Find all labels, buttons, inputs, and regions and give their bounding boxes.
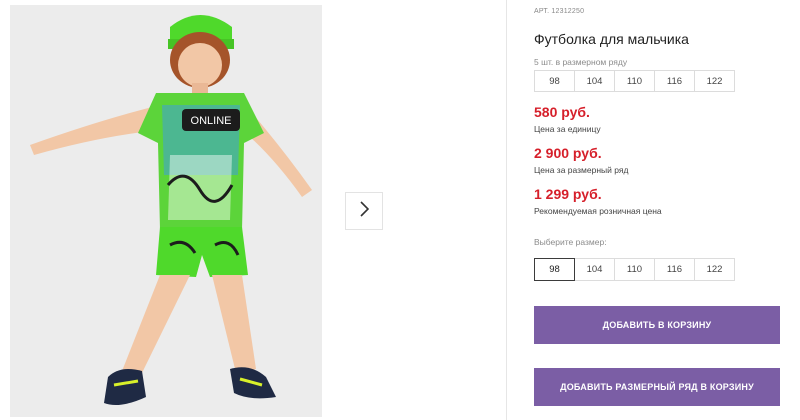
add-to-cart-button[interactable]: ДОБАВИТЬ В КОРЗИНУ — [534, 306, 780, 344]
product-photo: ONLINE — [10, 5, 322, 417]
pack-size-list: 98 104 110 116 122 — [534, 70, 735, 92]
size-option-104[interactable]: 104 — [574, 258, 615, 281]
size-option-122[interactable]: 122 — [694, 258, 735, 281]
product-info: АРТ. 12312250 Футболка для мальчика 5 шт… — [534, 0, 784, 420]
product-gallery: ONLINE — [0, 0, 507, 420]
pack-size-label: 5 шт. в размерном ряду — [534, 57, 628, 67]
add-size-set-to-cart-button[interactable]: ДОБАВИТЬ РАЗМЕРНЫЙ РЯД В КОРЗИНУ — [534, 368, 780, 406]
size-option-110[interactable]: 110 — [614, 258, 655, 281]
chevron-right-icon — [359, 200, 370, 222]
size-picker: 98 104 110 116 122 — [534, 258, 735, 281]
product-title: Футболка для мальчика — [534, 31, 689, 47]
pack-price: 2 900 руб. — [534, 145, 602, 161]
pack-size-cell: 98 — [534, 70, 575, 92]
pack-price-note: Цена за размерный ряд — [534, 165, 629, 175]
pack-size-cell: 110 — [614, 70, 655, 92]
pack-size-cell: 122 — [694, 70, 735, 92]
retail-price: 1 299 руб. — [534, 186, 602, 202]
shirt-print-text: ONLINE — [191, 115, 232, 127]
size-option-98[interactable]: 98 — [534, 258, 575, 281]
size-option-116[interactable]: 116 — [654, 258, 695, 281]
choose-size-label: Выберите размер: — [534, 237, 607, 247]
unit-price-note: Цена за единицу — [534, 124, 601, 134]
gallery-next-button[interactable] — [345, 192, 383, 230]
unit-price: 580 руб. — [534, 104, 590, 120]
pack-size-cell: 104 — [574, 70, 615, 92]
article-number: АРТ. 12312250 — [534, 8, 585, 15]
pack-size-cell: 116 — [654, 70, 695, 92]
retail-price-note: Рекомендуемая розничная цена — [534, 206, 662, 216]
